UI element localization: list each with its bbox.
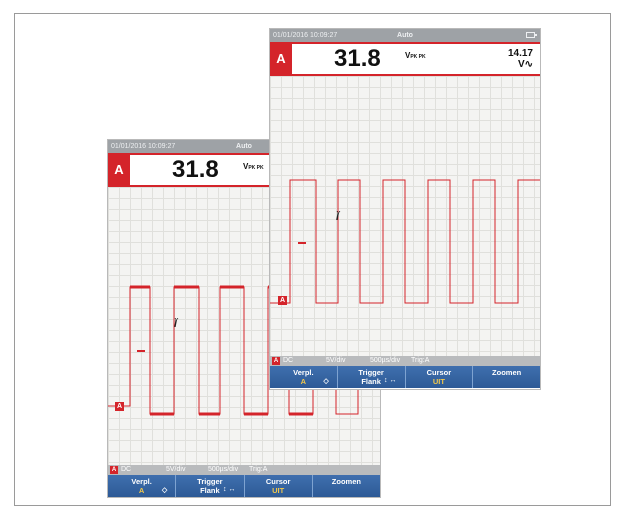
- battery-icon: [526, 32, 537, 38]
- waveform-trace: [270, 179, 540, 304]
- softkey-sub: UIT: [432, 377, 445, 386]
- unit-sub: PK PK: [248, 165, 264, 171]
- status-datetime: 01/01/2016 10:09:27: [273, 32, 338, 39]
- status-datetime: 01/01/2016 10:09:27: [111, 143, 176, 150]
- info-coupling: DC: [283, 357, 294, 364]
- info-coupling: DC: [121, 466, 132, 473]
- info-trigger: Trig:A: [249, 466, 268, 473]
- info-bar: A DC 5V/div 500µs/div Trig:A: [270, 356, 540, 366]
- softkey-zoom[interactable]: Zoomen: [473, 366, 540, 388]
- trigger-level-marker[interactable]: [137, 350, 145, 352]
- info-bar: A DC 5V/div 500µs/div Trig:A: [108, 465, 380, 475]
- secondary-readout-value: 14.17: [507, 48, 533, 59]
- softkey-label: Zoomen: [331, 477, 361, 486]
- softkey-label: Cursor: [265, 477, 291, 486]
- softkey-bar: Verpl. A ◇ Trigger Flank ↕ ↔ Cursor UIT …: [270, 366, 540, 388]
- status-bar: 01/01/2016 10:09:27 Auto: [270, 29, 540, 42]
- softkey-move[interactable]: Verpl. A ◇: [270, 366, 338, 388]
- info-time-div: 500µs/div: [370, 357, 401, 364]
- softkey-label: Cursor: [426, 368, 452, 377]
- softkey-trigger[interactable]: Trigger Flank ↕ ↔: [338, 366, 406, 388]
- status-mode: Auto: [397, 32, 413, 39]
- softkey-label: Trigger: [358, 368, 384, 377]
- trigger-point-icon: Ĭ: [336, 212, 339, 223]
- softkey-move[interactable]: Verpl. A ◇: [108, 475, 177, 497]
- softkey-trigger[interactable]: Trigger Flank ↕ ↔: [176, 475, 245, 497]
- softkey-label: Zoomen: [492, 368, 522, 377]
- info-channel: A: [110, 466, 118, 474]
- softkey-cursor[interactable]: Cursor UIT: [245, 475, 313, 497]
- readout-unit: VPK PK: [405, 52, 426, 61]
- info-time-div: 500µs/div: [208, 466, 239, 473]
- softkey-label: Verpl.: [131, 477, 152, 486]
- info-volts-div: 5V/div: [166, 466, 186, 473]
- info-trigger: Trig:A: [411, 357, 430, 364]
- move-arrows-icon: ◇: [161, 487, 168, 494]
- info-channel: A: [272, 357, 280, 365]
- unit-sub: PK PK: [410, 54, 426, 60]
- trigger-level-marker[interactable]: [298, 242, 306, 244]
- channel-badge: A: [270, 44, 292, 74]
- readout-value: 31.8: [334, 45, 381, 72]
- softkey-label: Trigger: [197, 477, 223, 486]
- status-mode: Auto: [236, 143, 252, 150]
- secondary-readout-unit: V∿: [517, 59, 533, 70]
- waveform-display[interactable]: A Ĭ: [270, 76, 540, 356]
- softkey-bar: Verpl. A ◇ Trigger Flank ↕ ↔ Cursor UIT …: [108, 475, 380, 497]
- readout-value: 31.8: [172, 156, 219, 183]
- softkey-cursor[interactable]: Cursor UIT: [406, 366, 474, 388]
- readout-unit: VPK PK: [243, 163, 264, 172]
- trigger-arrows-icon: ↕ ↔: [223, 486, 236, 493]
- measurement-readout: A 31.8 VPK PK 14.17 V∿: [270, 42, 540, 76]
- channel-a-marker[interactable]: A: [115, 402, 124, 411]
- trigger-point-icon: Ĭ: [174, 319, 177, 330]
- trigger-arrows-icon: ↕ ↔: [384, 377, 397, 384]
- softkey-sub: UIT: [272, 486, 285, 495]
- info-volts-div: 5V/div: [326, 357, 346, 364]
- scope-screen-front: 01/01/2016 10:09:27 Auto A 31.8 VPK PK 1…: [270, 29, 540, 389]
- move-arrows-icon: ◇: [323, 378, 329, 385]
- channel-badge: A: [108, 155, 130, 185]
- channel-a-marker[interactable]: A: [278, 296, 287, 305]
- softkey-zoom[interactable]: Zoomen: [313, 475, 380, 497]
- softkey-label: Verpl.: [293, 368, 314, 377]
